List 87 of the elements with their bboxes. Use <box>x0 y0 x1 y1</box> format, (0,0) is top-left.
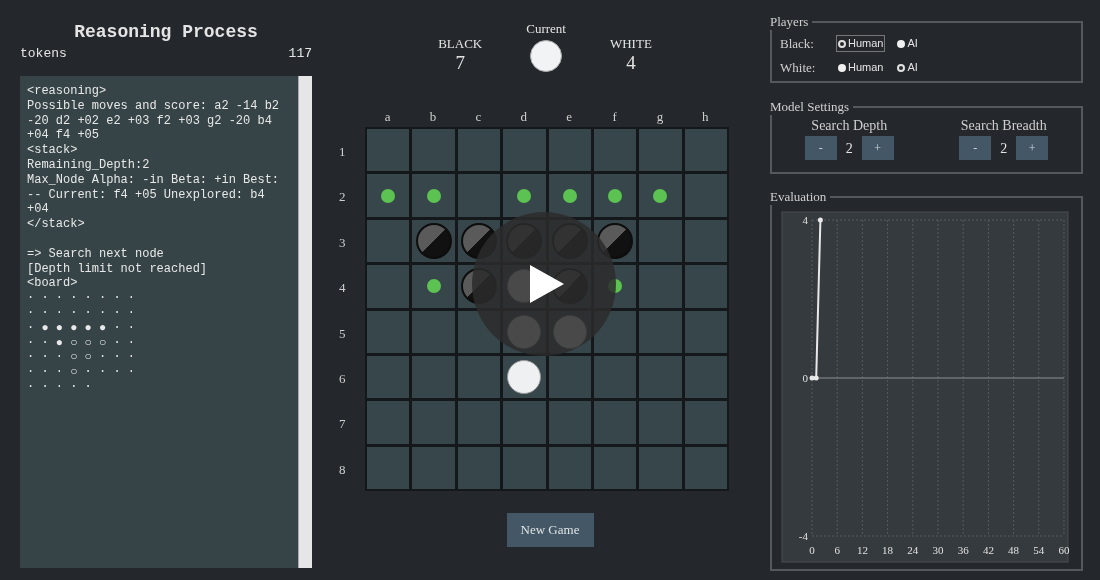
new-game-button[interactable]: New Game <box>506 513 594 548</box>
row-label: 7 <box>338 415 347 434</box>
player-score: 7 <box>455 52 465 74</box>
x-tick-label: 60 <box>1058 544 1070 556</box>
x-tick-label: 0 <box>809 544 815 556</box>
player-label: White: <box>780 59 817 76</box>
increment-button[interactable]: + <box>1016 136 1049 160</box>
x-tick-label: 12 <box>856 544 868 556</box>
play-icon <box>529 265 564 303</box>
current-label: Current <box>526 20 566 38</box>
x-tick-label: 6 <box>834 544 840 556</box>
reasoning-line: Remaining_Depth:2 <box>27 158 151 173</box>
x-tick-label: 30 <box>932 544 944 556</box>
row-label: 1 <box>338 142 347 161</box>
board-square[interactable] <box>593 174 637 217</box>
column-label: h <box>701 109 710 125</box>
row-label: 8 <box>338 460 347 479</box>
reasoning-line: · · · ○ ○ · · · <box>27 350 137 366</box>
reasoning-line: · ● ● ● ● ● · · <box>27 320 137 336</box>
y-tick-label: 4 <box>802 214 808 226</box>
board-square[interactable] <box>503 174 546 217</box>
row-label: 2 <box>338 188 347 207</box>
reasoning-line: +04 f4 +05 <box>27 128 100 144</box>
reasoning-line: · · · · · · · · <box>27 305 137 321</box>
x-tick-label: 48 <box>1008 544 1020 556</box>
group-title: Players <box>770 14 813 30</box>
reasoning-line: Max_Node Alpha: -in Beta: +in Best: <box>27 172 281 188</box>
data-point <box>817 217 823 223</box>
setting-label: Search Depth <box>811 118 888 134</box>
reasoning-line: </stack> <box>27 217 86 232</box>
x-tick-label: 54 <box>1033 544 1045 556</box>
reasoning-line: -- Current: f4 +05 Unexplored: b4 <box>27 187 266 203</box>
radio-icon <box>838 39 846 48</box>
radio-icon <box>897 63 906 72</box>
reasoning-line: · · ● ○ ○ ○ · · <box>27 335 137 351</box>
column-label: b <box>428 109 438 125</box>
player-label: BLACK <box>438 36 483 52</box>
y-tick-label: -4 <box>798 530 808 542</box>
radio-option[interactable]: Human <box>836 59 886 76</box>
decrement-button[interactable]: - <box>804 136 837 160</box>
row-label: 3 <box>338 233 347 252</box>
radio-icon <box>897 39 906 48</box>
setting-value: 2 <box>1000 139 1008 158</box>
x-tick-label: 18 <box>882 544 894 556</box>
player-label: WHITE <box>609 36 652 52</box>
radio-option[interactable]: AI <box>895 35 920 52</box>
reasoning-line: [Depth limit not reached] <box>27 261 209 277</box>
radio-option[interactable]: Human <box>836 35 886 52</box>
row-label: 4 <box>338 279 347 298</box>
decrement-button[interactable]: - <box>959 136 992 160</box>
group-title: Evaluation <box>770 189 831 205</box>
player-label: Black: <box>780 35 815 52</box>
column-label: d <box>519 109 529 125</box>
reasoning-line: => Search next node <box>27 246 165 262</box>
reasoning-line: <reasoning> <box>27 84 108 99</box>
column-label: f <box>611 109 618 125</box>
radio-option[interactable]: AI <box>895 59 920 76</box>
reasoning-line: · · · · · · · · <box>27 291 137 306</box>
row-label: 6 <box>338 369 347 388</box>
x-tick-label: 36 <box>957 544 969 556</box>
y-tick-label: 0 <box>802 372 808 384</box>
row-label: 5 <box>338 324 347 343</box>
board-square[interactable] <box>548 174 591 217</box>
x-tick-label: 24 <box>907 544 919 556</box>
tokens-label: tokens <box>20 46 67 62</box>
setting-value: 2 <box>845 139 853 158</box>
board-square[interactable] <box>366 174 410 217</box>
tokens-count: 117 <box>288 46 312 62</box>
player-score: 4 <box>626 52 636 74</box>
column-label: g <box>655 109 665 125</box>
column-label: c <box>474 109 483 125</box>
radio-icon <box>838 63 846 72</box>
scrollbar[interactable] <box>298 76 312 568</box>
reasoning-line: Possible moves and score: a2 -14 b2 <box>27 98 281 114</box>
reasoning-line: · · · · · <box>27 379 93 395</box>
column-label: e <box>565 109 574 125</box>
reasoning-line: -20 d2 +02 e2 +03 f2 +03 g2 -20 b4 <box>27 113 273 129</box>
reasoning-line: · · · ○ · · · · <box>27 365 137 380</box>
increment-button[interactable]: + <box>861 136 894 160</box>
x-tick-label: 42 <box>982 544 994 556</box>
reasoning-line: <stack> <box>27 143 79 158</box>
panel-title: Reasoning Process <box>73 21 259 44</box>
group-title: Model Settings <box>770 99 854 115</box>
column-label: a <box>383 109 392 125</box>
setting-label: Search Breadth <box>960 118 1047 134</box>
reasoning-line: <board> <box>27 276 79 292</box>
reasoning-line: +04 <box>27 202 50 218</box>
